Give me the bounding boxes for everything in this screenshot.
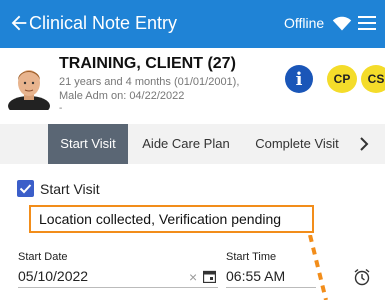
verification-status-box: Location collected, Verification pending	[29, 205, 314, 233]
annotation-dashed-line	[308, 235, 328, 300]
start-date-label: Start Date	[18, 251, 68, 263]
client-avatar	[8, 70, 50, 110]
cp-badge[interactable]: CP	[327, 65, 357, 93]
start-time-input[interactable]: 06:55 AM	[226, 268, 285, 284]
menu-icon[interactable]	[358, 15, 376, 31]
calendar-icon[interactable]	[203, 270, 216, 283]
wifi-icon	[332, 16, 352, 31]
info-icon[interactable]: i	[285, 65, 313, 93]
checkmark-icon	[19, 184, 32, 194]
page-title: Clinical Note Entry	[29, 13, 178, 33]
tab-start-visit[interactable]: Start Visit	[48, 124, 128, 164]
clear-date-icon[interactable]: ×	[189, 269, 197, 285]
client-admission: Male Adm on: 04/22/2022	[59, 90, 185, 102]
start-visit-checkbox[interactable]	[17, 180, 34, 197]
start-time-underline	[226, 287, 316, 288]
alarm-clock-icon[interactable]	[353, 268, 371, 286]
client-name: TRAINING, CLIENT (27)	[59, 55, 236, 72]
offline-status: Offline	[284, 15, 325, 31]
start-visit-label: Start Visit	[40, 181, 100, 197]
cs-badge[interactable]: CS	[361, 65, 385, 93]
client-extra: -	[59, 103, 63, 114]
tab-complete-visit[interactable]: Complete Visit	[248, 124, 346, 164]
start-date-input[interactable]: 05/10/2022	[18, 268, 88, 284]
verification-status-text: Location collected, Verification pending	[39, 211, 282, 227]
back-arrow-icon[interactable]	[8, 12, 30, 34]
start-date-underline	[18, 287, 218, 288]
tab-bar: Start Visit Aide Care Plan Complete Visi…	[0, 124, 385, 164]
tab-aide-care-plan[interactable]: Aide Care Plan	[140, 124, 232, 164]
chevron-right-icon[interactable]	[356, 136, 372, 152]
client-age: 21 years and 4 months (01/01/2001),	[59, 76, 240, 88]
app-bar: Clinical Note Entry Offline	[0, 0, 385, 48]
start-time-label: Start Time	[226, 251, 277, 263]
